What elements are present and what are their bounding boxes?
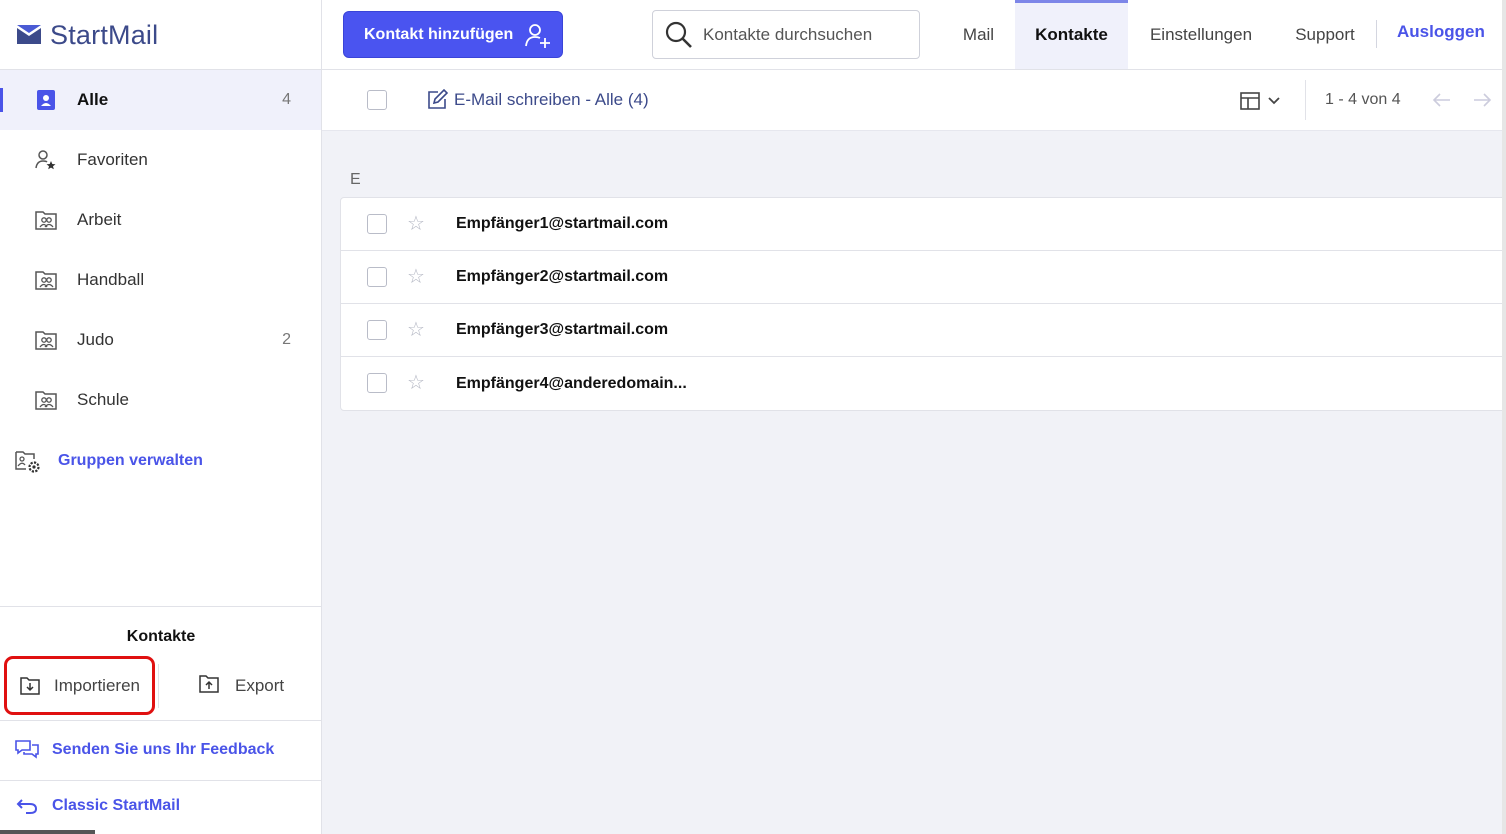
- import-label: Importieren: [54, 675, 140, 695]
- contacts-content: E ☆ Empfänger1@startmail.com ☆ Empfänger…: [322, 131, 1506, 834]
- group-folder-icon: [35, 211, 57, 230]
- divider: [1305, 80, 1306, 120]
- tab-kontakte[interactable]: Kontakte: [1015, 0, 1128, 69]
- chevron-down-icon: [1268, 97, 1280, 105]
- row-checkbox[interactable]: [367, 320, 387, 340]
- row-checkbox[interactable]: [367, 214, 387, 234]
- arrow-left-icon[interactable]: [1432, 90, 1452, 110]
- search-box: [652, 10, 920, 59]
- contact-row[interactable]: ☆ Empfänger1@startmail.com: [341, 198, 1505, 251]
- tab-einstellungen[interactable]: Einstellungen: [1128, 0, 1274, 69]
- add-contact-label: Kontakt hinzufügen: [364, 25, 514, 43]
- export-label: Export: [235, 676, 285, 695]
- main-nav: Mail Kontakte Einstellungen Support: [942, 0, 1376, 70]
- group-settings-icon: [15, 451, 40, 473]
- contact-email: Empfänger3@startmail.com: [456, 321, 669, 338]
- envelope-logo-icon: [17, 25, 41, 44]
- classic-startmail-label: Classic StartMail: [52, 797, 181, 814]
- logout-button[interactable]: Ausloggen: [1397, 22, 1485, 42]
- contact-book-icon: [37, 90, 55, 110]
- group-label: Arbeit: [77, 210, 122, 229]
- group-folder-icon: [35, 271, 57, 290]
- group-label: Alle: [77, 90, 109, 109]
- divider: [158, 664, 159, 708]
- search-icon: [665, 21, 692, 48]
- contacts-section-title: Kontakte: [126, 628, 196, 645]
- compose-icon: [428, 89, 448, 109]
- group-label: Handball: [77, 270, 145, 289]
- group-item-handball[interactable]: Handball: [0, 250, 321, 310]
- list-toolbar: E-Mail schreiben - Alle (4) 1 - 4 von 4: [322, 70, 1506, 131]
- arrow-right-icon[interactable]: [1472, 90, 1492, 110]
- row-checkbox[interactable]: [367, 373, 387, 393]
- search-input[interactable]: [703, 23, 908, 47]
- undo-arrow-icon: [16, 799, 38, 814]
- section-letter: E: [350, 171, 361, 188]
- tab-support[interactable]: Support: [1274, 0, 1376, 69]
- classic-startmail-link[interactable]: Classic StartMail: [16, 793, 180, 819]
- contact-list: ☆ Empfänger1@startmail.com ☆ Empfänger2@…: [340, 197, 1506, 411]
- chat-bubbles-icon: [15, 740, 39, 759]
- pagination-text: 1 - 4 von 4: [1325, 91, 1401, 108]
- group-item-favoriten[interactable]: Favoriten: [0, 130, 321, 190]
- divider: [0, 606, 322, 607]
- group-count: 4: [282, 91, 291, 108]
- divider: [1376, 20, 1377, 48]
- logo-text: StartMail: [50, 19, 159, 50]
- add-contact-button[interactable]: Kontakt hinzufügen: [343, 11, 563, 58]
- divider: [0, 780, 322, 781]
- star-icon[interactable]: ☆: [407, 211, 425, 236]
- compose-email-link[interactable]: E-Mail schreiben - Alle (4): [426, 89, 649, 111]
- contact-row[interactable]: ☆ Empfänger2@startmail.com: [341, 251, 1505, 304]
- select-all-checkbox[interactable]: [367, 90, 387, 110]
- group-folder-icon: [35, 331, 57, 350]
- export-button[interactable]: Export: [196, 664, 306, 708]
- view-toggle-button[interactable]: [1239, 89, 1285, 113]
- import-button[interactable]: Importieren: [4, 656, 155, 715]
- group-item-judo[interactable]: Judo 2: [0, 310, 321, 370]
- manage-groups-link[interactable]: Gruppen verwalten: [14, 446, 203, 476]
- group-count: 2: [282, 331, 291, 348]
- star-icon[interactable]: ☆: [407, 264, 425, 289]
- top-bar: Kontakt hinzufügen Mail Kontakte Einstel…: [322, 0, 1506, 70]
- group-folder-icon: [35, 391, 57, 410]
- row-checkbox[interactable]: [367, 267, 387, 287]
- group-label: Schule: [77, 390, 129, 409]
- bottom-bar: [0, 830, 95, 834]
- user-star-icon: [35, 150, 56, 170]
- window-edge: [1502, 0, 1506, 834]
- group-list: Alle 4 Favoriten Arbeit Handball Judo 2 …: [0, 70, 321, 430]
- layout-icon: [1240, 92, 1260, 110]
- export-icon: [199, 675, 219, 693]
- feedback-link[interactable]: Senden Sie uns Ihr Feedback: [14, 736, 274, 764]
- contact-row[interactable]: ☆ Empfänger4@anderedomain...: [341, 357, 1505, 410]
- contact-email: Empfänger4@anderedomain...: [456, 374, 687, 392]
- star-icon[interactable]: ☆: [407, 317, 425, 342]
- divider: [0, 720, 322, 721]
- group-label: Favoriten: [77, 150, 148, 169]
- contact-row[interactable]: ☆ Empfänger3@startmail.com: [341, 304, 1505, 357]
- group-item-arbeit[interactable]: Arbeit: [0, 190, 321, 250]
- manage-groups-label: Gruppen verwalten: [58, 452, 203, 469]
- import-icon: [20, 677, 40, 695]
- star-icon[interactable]: ☆: [407, 370, 425, 395]
- group-label: Judo: [77, 330, 114, 349]
- add-user-icon: [525, 24, 550, 48]
- contact-email: Empfänger2@startmail.com: [456, 268, 669, 285]
- feedback-label: Senden Sie uns Ihr Feedback: [52, 741, 275, 758]
- tab-mail[interactable]: Mail: [942, 0, 1015, 69]
- startmail-logo[interactable]: StartMail: [16, 18, 158, 52]
- contact-email: Empfänger1@startmail.com: [456, 215, 669, 232]
- group-item-alle[interactable]: Alle 4: [0, 70, 321, 130]
- compose-label: E-Mail schreiben - Alle (4): [454, 90, 649, 109]
- sidebar: StartMail Alle 4 Favoriten Arbeit Handba…: [0, 0, 322, 834]
- group-item-schule[interactable]: Schule: [0, 370, 321, 430]
